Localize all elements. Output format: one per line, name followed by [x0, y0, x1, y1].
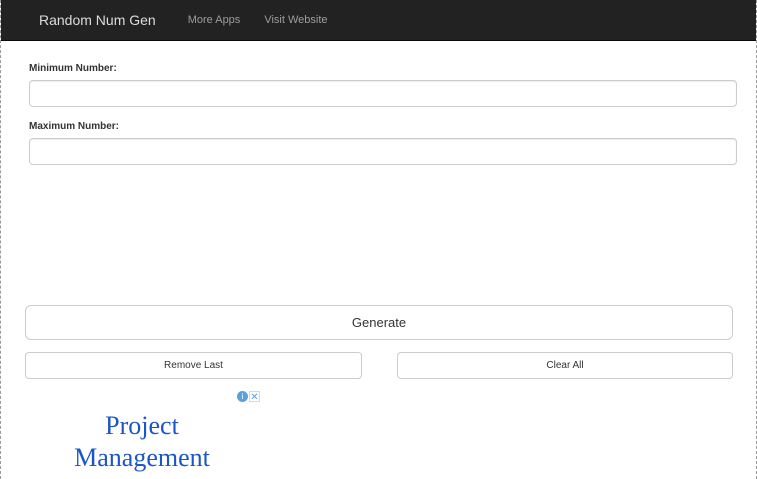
- ad-info-icon[interactable]: i: [237, 391, 248, 402]
- ad-headline-line1: Project: [105, 411, 179, 440]
- nav-link-more-apps[interactable]: More Apps: [188, 14, 241, 26]
- ad-choices-badge: i ✕: [237, 391, 260, 403]
- brand-link[interactable]: Random Num Gen: [39, 12, 156, 28]
- ad-banner[interactable]: Project Management: [47, 410, 237, 474]
- ad-headline-line2: Management: [74, 443, 210, 472]
- minimum-number-input[interactable]: [29, 80, 737, 107]
- minimum-number-label: Minimum Number:: [29, 63, 117, 74]
- ad-close-icon[interactable]: ✕: [249, 391, 260, 403]
- nav-link-visit-website[interactable]: Visit Website: [264, 14, 327, 26]
- remove-last-button[interactable]: Remove Last: [25, 352, 362, 379]
- generate-button[interactable]: Generate: [25, 305, 733, 340]
- app-frame: Random Num Gen More Apps Visit Website M…: [0, 0, 757, 479]
- clear-all-button[interactable]: Clear All: [397, 352, 733, 379]
- top-navbar: Random Num Gen More Apps Visit Website: [1, 0, 756, 41]
- maximum-number-input[interactable]: [29, 138, 737, 165]
- maximum-number-label: Maximum Number:: [29, 121, 120, 132]
